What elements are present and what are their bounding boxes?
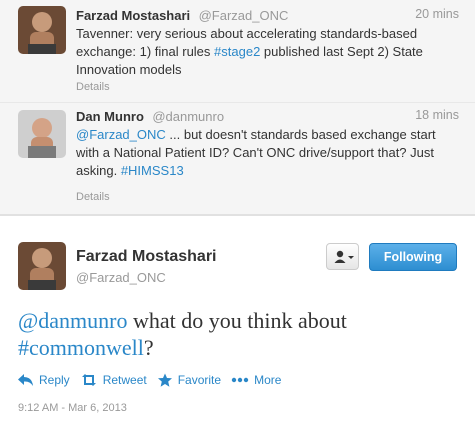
- more-button[interactable]: More: [231, 373, 281, 387]
- retweet-icon: [81, 374, 96, 386]
- author-handle[interactable]: @Farzad_ONC: [199, 8, 289, 23]
- hashtag-link[interactable]: #stage2: [214, 44, 260, 59]
- following-button[interactable]: Following: [369, 243, 457, 271]
- user-icon: [334, 250, 354, 263]
- ellipsis-icon: [231, 377, 249, 383]
- main-tweet: Farzad Mostashari @Farzad_ONC Following …: [0, 215, 475, 422]
- tweet-time[interactable]: 20 mins: [415, 7, 459, 21]
- tweet-header: Farzad Mostashari @Farzad_ONC 20 mins: [76, 7, 459, 25]
- author-handle[interactable]: @danmunro: [152, 109, 224, 124]
- details-link[interactable]: Details: [76, 81, 110, 93]
- avatar[interactable]: [18, 242, 66, 290]
- hashtag-link[interactable]: #commonwell: [18, 335, 144, 360]
- more-label: More: [254, 373, 282, 387]
- tweet-actions: Reply Retweet Favorite More: [18, 372, 291, 388]
- favorite-button[interactable]: Favorite: [157, 373, 221, 388]
- tweet-text: @Farzad_ONC ... but doesn't standards ba…: [76, 126, 461, 180]
- tweet-time[interactable]: 18 mins: [415, 108, 459, 122]
- author-name[interactable]: Farzad Mostashari: [76, 8, 190, 23]
- mention-link[interactable]: @Farzad_ONC: [76, 127, 166, 142]
- reply-button[interactable]: Reply: [18, 373, 70, 387]
- author-name[interactable]: Farzad Mostashari: [76, 248, 216, 266]
- favorite-label: Favorite: [177, 373, 222, 387]
- reply-icon: [18, 374, 33, 386]
- avatar[interactable]: [18, 110, 66, 158]
- avatar-dan-icon: [18, 110, 66, 158]
- tweet-text-part: ?: [143, 335, 154, 360]
- retweet-button[interactable]: Retweet: [80, 373, 147, 387]
- caret-down-icon: [348, 256, 354, 259]
- tweet-text-part: what do you think about: [127, 308, 347, 333]
- avatar[interactable]: [18, 6, 66, 54]
- tweet-farzad-compact[interactable]: Farzad Mostashari @Farzad_ONC 20 mins Ta…: [0, 0, 475, 103]
- user-actions-dropdown[interactable]: [326, 243, 359, 270]
- author-name[interactable]: Dan Munro: [76, 109, 144, 124]
- tweet-text: @danmunro what do you think about #commo…: [18, 307, 458, 361]
- tweet-conversation: Farzad Mostashari @Farzad_ONC 20 mins Ta…: [0, 0, 475, 422]
- tweet-timestamp[interactable]: 9:12 AM - Mar 6, 2013: [18, 402, 127, 414]
- avatar-farzad-icon: [18, 6, 66, 54]
- star-icon: [157, 373, 172, 387]
- reply-label: Reply: [39, 373, 70, 387]
- hashtag-link[interactable]: #HIMSS13: [121, 163, 184, 178]
- author-handle[interactable]: @Farzad_ONC: [76, 270, 166, 285]
- tweet-text: Tavenner: very serious about acceleratin…: [76, 25, 461, 79]
- retweet-label: Retweet: [102, 373, 147, 387]
- avatar-farzad-icon: [18, 242, 66, 290]
- tweet-dan-compact[interactable]: Dan Munro @danmunro 18 mins @Farzad_ONC …: [0, 103, 475, 215]
- tweet-header: Dan Munro @danmunro 18 mins: [76, 108, 459, 126]
- mention-link[interactable]: @danmunro: [18, 308, 127, 333]
- details-link[interactable]: Details: [76, 191, 110, 203]
